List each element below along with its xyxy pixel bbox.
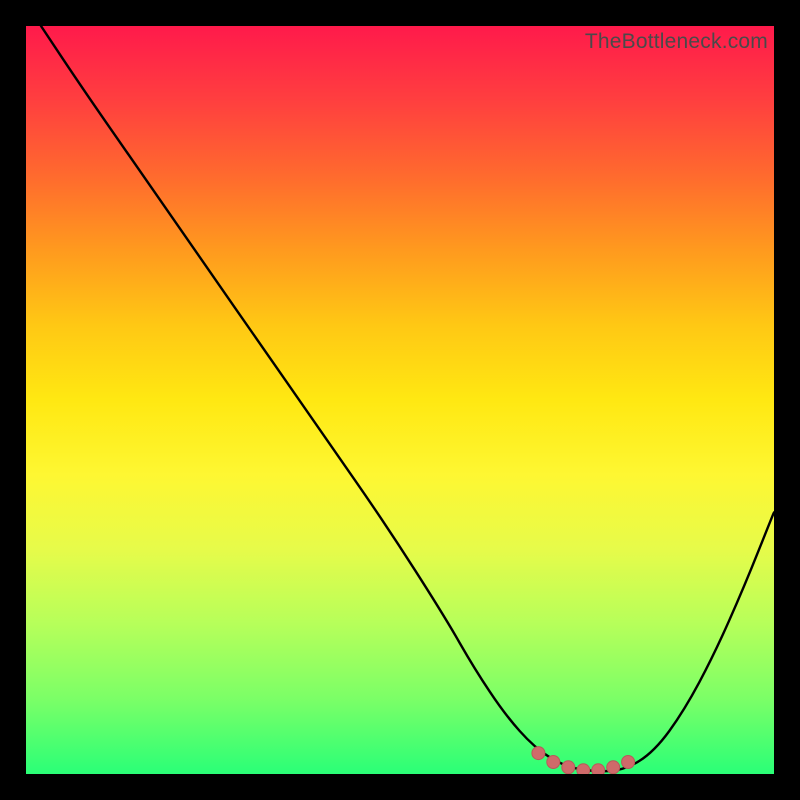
highlight-marker: [607, 761, 620, 774]
gradient-background: [26, 26, 774, 774]
highlight-marker: [622, 756, 635, 769]
highlight-marker: [577, 764, 590, 774]
highlight-marker: [592, 764, 605, 774]
chart-frame: TheBottleneck.com: [26, 26, 774, 774]
bottleneck-plot: [26, 26, 774, 774]
highlight-marker: [547, 756, 560, 769]
watermark-text: TheBottleneck.com: [585, 30, 768, 54]
highlight-marker: [532, 747, 545, 760]
highlight-marker: [562, 761, 575, 774]
